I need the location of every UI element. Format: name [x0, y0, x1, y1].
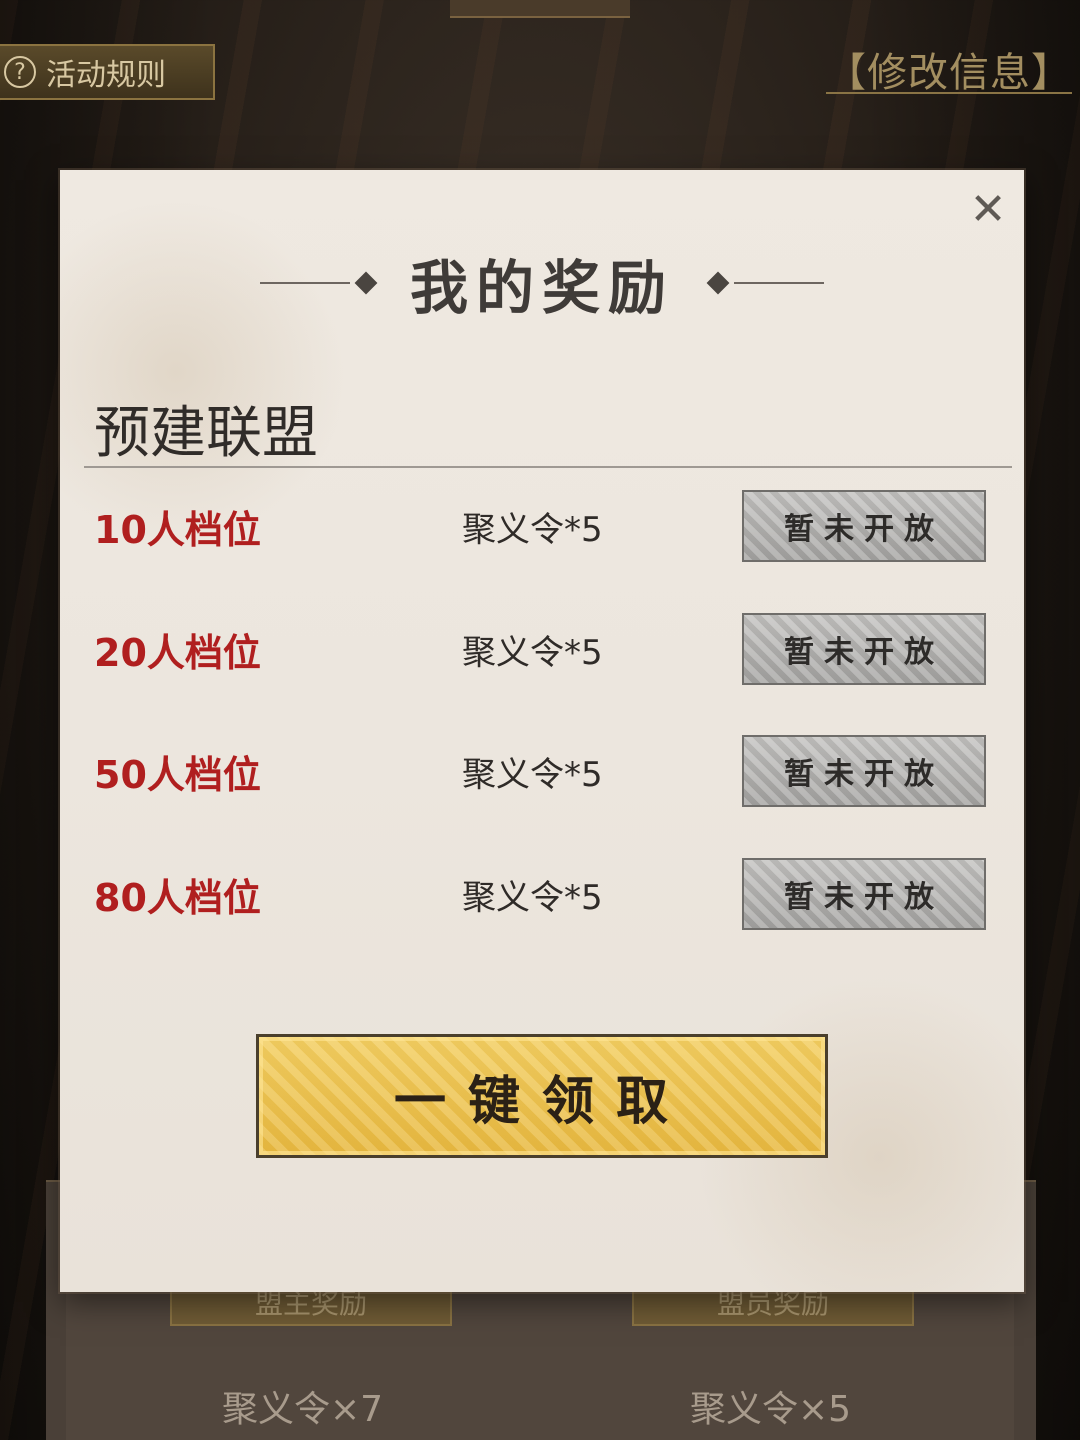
activity-rules-button[interactable]: ? 活动规则 [0, 44, 215, 100]
top-banner [450, 0, 630, 18]
modify-info-link[interactable]: 【修改信息】 [826, 40, 1072, 96]
tier-status-button[interactable]: 暂未开放 [742, 858, 986, 930]
title-left-ornament [259, 271, 382, 295]
leader-reward-value: 聚义令×7 [222, 1389, 384, 1430]
modal-title-row: 我的奖励 [60, 248, 1024, 322]
member-reward-value: 聚义令×5 [690, 1389, 852, 1430]
close-icon[interactable]: ✕ [968, 188, 1008, 232]
tier-row-10: 10人档位 聚义令*5 暂未开放 [94, 488, 986, 564]
help-icon: ? [4, 56, 36, 88]
section-title: 预建联盟 [94, 401, 318, 466]
tier-label: 20人档位 [94, 630, 261, 675]
tier-label: 10人档位 [94, 507, 261, 552]
claim-all-button[interactable]: 一键领取 [256, 1034, 828, 1158]
tier-row-50: 50人档位 聚义令*5 暂未开放 [94, 733, 986, 809]
tier-label: 80人档位 [94, 875, 261, 920]
tier-status-button[interactable]: 暂未开放 [742, 613, 986, 685]
section-divider [84, 466, 1012, 468]
tier-reward: 聚义令*5 [462, 754, 603, 795]
tier-row-80: 80人档位 聚义令*5 暂未开放 [94, 856, 986, 932]
title-right-ornament [702, 271, 824, 295]
tier-status-button[interactable]: 暂未开放 [742, 735, 986, 807]
activity-rules-label: 活动规则 [46, 58, 166, 93]
tier-status-button[interactable]: 暂未开放 [742, 490, 986, 562]
tier-reward: 聚义令*5 [462, 632, 603, 673]
tier-reward: 聚义令*5 [462, 509, 603, 550]
modal-title: 我的奖励 [409, 254, 674, 322]
tier-label: 50人档位 [94, 752, 261, 797]
tier-row-20: 20人档位 聚义令*5 暂未开放 [94, 611, 986, 687]
tier-reward: 聚义令*5 [462, 877, 603, 918]
my-rewards-modal: ✕ 我的奖励 预建联盟 10人档位 聚义令*5 暂未开放 20人档位 聚义令*5… [60, 170, 1024, 1292]
